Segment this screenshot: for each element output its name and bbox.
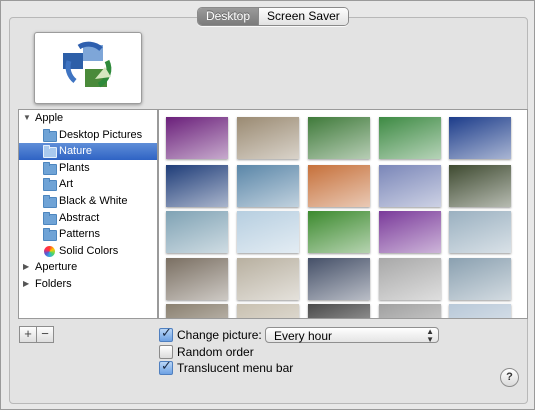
change-picture-checkbox[interactable]: ✓	[159, 325, 173, 342]
wallpaper-thumbnail[interactable]	[237, 117, 299, 159]
folder-icon	[43, 128, 57, 142]
wallpaper-thumbnail[interactable]	[308, 211, 370, 253]
wallpaper-thumbnail[interactable]	[308, 165, 370, 207]
source-item-patterns[interactable]: Patterns	[19, 226, 157, 243]
source-item-abstract[interactable]: Abstract	[19, 210, 157, 227]
remove-folder-button[interactable]: −	[36, 326, 54, 343]
source-item-art[interactable]: Art	[19, 176, 157, 193]
folder-icon	[43, 161, 57, 175]
wallpaper-thumbnail[interactable]	[166, 117, 228, 159]
wallpaper-thumbnail[interactable]	[166, 258, 228, 300]
folder-icon	[43, 145, 57, 159]
random-order-option[interactable]: Random order	[159, 344, 254, 360]
source-item-label: Desktop Pictures	[59, 128, 143, 141]
wallpaper-thumbnail[interactable]	[379, 165, 441, 207]
wallpaper-thumbnail[interactable]	[166, 304, 228, 318]
source-item-black-white[interactable]: Black & White	[19, 193, 157, 210]
source-group-apple[interactable]: ▼ Apple	[19, 110, 157, 127]
interval-popup[interactable]: Every hour ▲ ▼	[265, 327, 439, 344]
folder-icon	[43, 194, 57, 208]
tab-desktop[interactable]: Desktop	[198, 8, 259, 25]
random-order-label: Random order	[177, 345, 254, 359]
wallpaper-thumbnail[interactable]	[449, 165, 511, 207]
source-item-label: Art	[59, 178, 74, 191]
folder-icon	[43, 228, 57, 242]
popup-arrows-icon: ▲ ▼	[426, 327, 434, 344]
help-button[interactable]: ?	[500, 368, 519, 387]
checkmark-icon: ✓	[161, 358, 172, 373]
wallpaper-thumbnail[interactable]	[379, 211, 441, 253]
source-group-label: Aperture	[35, 261, 78, 274]
desktop-screensaver-tabs: Desktop Screen Saver	[197, 7, 349, 26]
wallpaper-thumbnail[interactable]	[237, 165, 299, 207]
wallpaper-thumbnail[interactable]	[237, 211, 299, 253]
source-item-label: Patterns	[59, 228, 100, 241]
disclosure-collapsed-icon[interactable]: ▶	[23, 276, 29, 293]
source-group-aperture[interactable]: ▶ Aperture	[19, 259, 157, 276]
wallpaper-thumbnail[interactable]	[449, 258, 511, 300]
wallpaper-thumbnail[interactable]	[379, 258, 441, 300]
wallpaper-thumbnail[interactable]	[449, 117, 511, 159]
source-item-nature[interactable]: Nature	[19, 143, 157, 160]
wallpaper-thumbnail[interactable]	[237, 258, 299, 300]
change-picture-label: Change picture:	[177, 328, 262, 342]
source-group-label: Apple	[35, 112, 64, 124]
source-item-label: Black & White	[59, 194, 128, 207]
source-group-folders[interactable]: ▶ Folders	[19, 276, 157, 293]
source-item-solid-colors[interactable]: Solid Colors	[19, 243, 157, 260]
image-rotation-icon	[63, 41, 112, 88]
desktop-preferences-window: Desktop Screen Saver ▼ Apple Desktop Pic…	[0, 0, 535, 410]
source-item-label: Plants	[59, 161, 90, 174]
source-item-label: Solid Colors	[59, 244, 119, 257]
disclosure-collapsed-icon[interactable]: ▶	[23, 259, 29, 276]
tab-screen-saver[interactable]: Screen Saver	[258, 8, 348, 25]
source-group-label: Folders	[35, 277, 72, 290]
disclosure-expanded-icon[interactable]: ▼	[23, 110, 31, 127]
source-item-label: Nature	[59, 145, 93, 158]
wallpaper-thumbnail[interactable]	[166, 211, 228, 253]
wallpaper-thumbnail[interactable]	[308, 117, 370, 159]
wallpaper-thumbnail[interactable]	[449, 211, 511, 253]
wallpaper-thumbnail[interactable]	[308, 258, 370, 300]
wallpaper-thumbnail[interactable]	[379, 117, 441, 159]
source-item-plants[interactable]: Plants	[19, 160, 157, 177]
translucent-menu-bar-checkbox[interactable]: ✓	[159, 358, 173, 375]
color-wheel-icon	[44, 245, 55, 257]
checkmark-icon: ✓	[161, 325, 172, 340]
wallpaper-thumbnail[interactable]	[379, 304, 441, 318]
add-folder-button[interactable]: +	[19, 326, 37, 343]
wallpaper-thumbnail[interactable]	[166, 165, 228, 207]
wallpaper-thumbnail[interactable]	[237, 304, 299, 318]
source-item-label: Abstract	[59, 211, 100, 224]
change-picture-option[interactable]: ✓ Change picture:	[159, 325, 262, 343]
picture-grid[interactable]	[158, 109, 528, 319]
translucent-menu-bar-option[interactable]: ✓ Translucent menu bar	[159, 358, 294, 376]
current-picture-well[interactable]	[34, 32, 142, 104]
random-order-checkbox[interactable]	[159, 345, 173, 359]
source-list: ▼ Apple Desktop Pictures Nature Plants A…	[18, 109, 158, 319]
wallpaper-thumbnail[interactable]	[308, 304, 370, 318]
source-item-desktop-pictures[interactable]: Desktop Pictures	[19, 127, 157, 144]
folder-icon	[43, 211, 57, 225]
folder-icon	[43, 178, 57, 192]
translucent-menu-bar-label: Translucent menu bar	[177, 361, 294, 375]
interval-value: Every hour	[274, 329, 333, 343]
wallpaper-thumbnail[interactable]	[449, 304, 511, 318]
